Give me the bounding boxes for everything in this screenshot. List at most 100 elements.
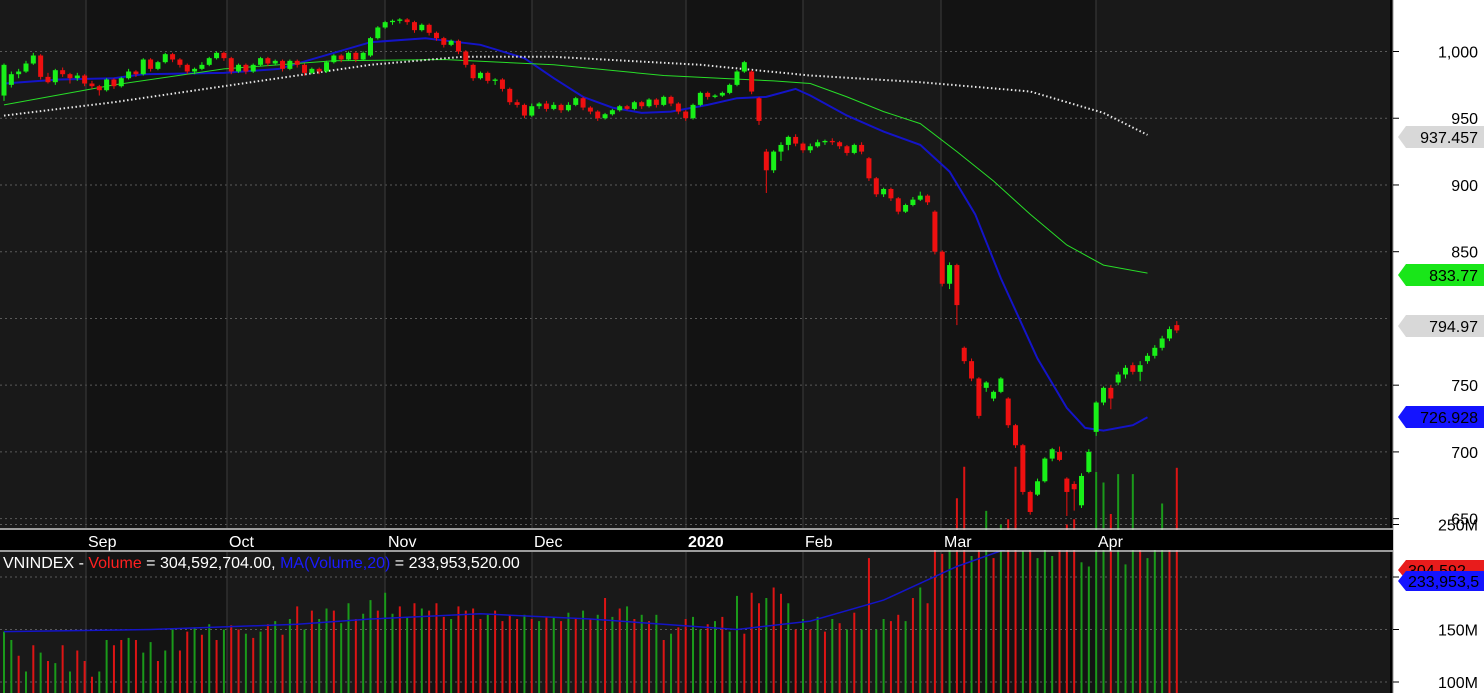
candle bbox=[617, 106, 623, 111]
volume-bar bbox=[941, 553, 944, 693]
candle bbox=[272, 60, 278, 64]
candle bbox=[133, 71, 139, 75]
volume-bar bbox=[222, 629, 225, 693]
volume-bar bbox=[398, 606, 401, 693]
volume-bar bbox=[545, 616, 548, 693]
candle bbox=[118, 78, 124, 87]
candle bbox=[763, 151, 769, 171]
volume-bar bbox=[230, 625, 233, 693]
candle bbox=[829, 140, 835, 143]
volume-bar bbox=[281, 634, 284, 693]
candle bbox=[294, 60, 300, 65]
candle bbox=[338, 55, 344, 60]
candle bbox=[844, 146, 850, 153]
candle bbox=[177, 59, 183, 65]
volume-bar bbox=[948, 529, 951, 693]
candle bbox=[661, 96, 667, 105]
volume-bar bbox=[692, 616, 695, 693]
volume-bar bbox=[1139, 539, 1142, 693]
candle bbox=[419, 24, 425, 31]
candle bbox=[60, 70, 66, 75]
candle bbox=[536, 103, 542, 107]
candle bbox=[485, 72, 491, 81]
volume-bar bbox=[435, 603, 438, 693]
candle bbox=[404, 19, 410, 23]
candle bbox=[998, 378, 1004, 392]
candle bbox=[74, 75, 80, 79]
price-tick-label: 1,000 bbox=[1438, 45, 1478, 62]
volume-bar bbox=[186, 631, 189, 693]
candle bbox=[595, 111, 601, 119]
volume-bar bbox=[1080, 562, 1083, 693]
volume-bar bbox=[530, 619, 533, 693]
volume-bar bbox=[809, 629, 812, 693]
volume-bar bbox=[259, 631, 262, 693]
candle bbox=[228, 58, 234, 72]
candle bbox=[895, 198, 901, 212]
volume-bar bbox=[662, 640, 665, 693]
candle bbox=[360, 52, 366, 60]
candle bbox=[859, 144, 865, 152]
volume-bar bbox=[794, 629, 797, 693]
candle bbox=[82, 75, 88, 84]
candle bbox=[1144, 355, 1150, 362]
volume-bar bbox=[516, 619, 519, 693]
candle bbox=[1152, 347, 1158, 356]
volume-bar bbox=[677, 627, 680, 693]
candle bbox=[521, 104, 527, 116]
volume-bar bbox=[596, 614, 599, 693]
volume-bar bbox=[17, 655, 20, 693]
price-tick-label: 750 bbox=[1451, 378, 1478, 395]
candle bbox=[1064, 478, 1070, 492]
candle bbox=[756, 98, 762, 121]
candle bbox=[192, 68, 198, 72]
volume-bar bbox=[765, 598, 768, 693]
volume-bar bbox=[1036, 558, 1039, 693]
candle bbox=[888, 188, 894, 199]
candle bbox=[368, 38, 373, 56]
volume-bar bbox=[266, 624, 269, 693]
volume-bar bbox=[648, 621, 651, 693]
candle bbox=[265, 58, 271, 64]
volume-bar bbox=[626, 606, 629, 693]
candle bbox=[324, 62, 330, 72]
volume-bar bbox=[112, 645, 115, 693]
volume-bar bbox=[362, 613, 365, 693]
volume-bar bbox=[977, 537, 980, 693]
candle bbox=[1013, 425, 1019, 446]
volume-bar bbox=[1124, 564, 1127, 693]
volume-bar bbox=[845, 629, 848, 693]
candle bbox=[1137, 365, 1143, 372]
candle bbox=[126, 71, 132, 79]
volume-bar bbox=[486, 614, 489, 693]
candle bbox=[1079, 475, 1085, 506]
volume-bar bbox=[926, 603, 929, 693]
candle bbox=[23, 63, 29, 72]
volume-bar bbox=[208, 624, 211, 693]
price-tick-label: 950 bbox=[1451, 111, 1478, 128]
candle bbox=[602, 114, 608, 119]
volume-bar bbox=[1029, 547, 1032, 693]
candle bbox=[631, 102, 637, 109]
volume-bar bbox=[142, 652, 145, 693]
candle bbox=[316, 68, 322, 72]
candle bbox=[514, 102, 520, 105]
volume-bar bbox=[1153, 535, 1156, 693]
volume-bar bbox=[538, 621, 541, 693]
candle bbox=[1122, 367, 1128, 375]
candle bbox=[991, 391, 997, 399]
volume-bar bbox=[200, 634, 203, 693]
volume-band bbox=[0, 552, 86, 693]
legend-segment: MA(Volume,20) bbox=[280, 555, 391, 572]
candle bbox=[917, 195, 923, 200]
volume-bar bbox=[963, 466, 966, 693]
candle bbox=[565, 104, 571, 111]
candle bbox=[96, 86, 102, 91]
candle bbox=[668, 96, 674, 104]
volume-tick-label: 100M bbox=[1438, 675, 1478, 692]
volume-bar bbox=[831, 619, 834, 693]
volume-bar bbox=[640, 614, 643, 693]
volume-bar bbox=[772, 587, 775, 693]
volume-bar bbox=[318, 619, 321, 693]
legend-segment: VNINDEX - bbox=[3, 555, 89, 572]
